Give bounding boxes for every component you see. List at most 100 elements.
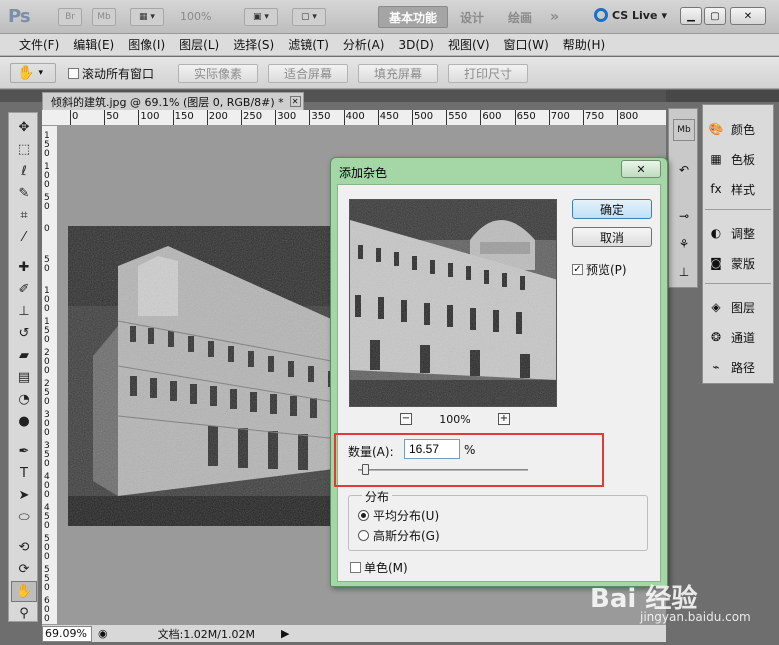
lasso-tool-icon[interactable]: ℓ	[11, 161, 37, 182]
amount-slider-track[interactable]	[358, 469, 528, 471]
blur-tool-icon[interactable]: ◔	[11, 389, 37, 410]
checkbox-checked-icon[interactable]: ✓	[572, 264, 583, 275]
radio-icon[interactable]	[358, 530, 369, 541]
dialog-title: 添加杂色	[339, 166, 388, 180]
uniform-label: 平均分布(U)	[373, 509, 440, 523]
hand-tool-icon[interactable]: ✋	[11, 581, 37, 602]
print-size-button[interactable]: 打印尺寸	[448, 64, 528, 83]
minimize-button[interactable]: ▁	[680, 7, 702, 25]
zoom-in-button[interactable]: +	[497, 413, 510, 425]
gaussian-radio[interactable]: 高斯分布(G)	[358, 527, 440, 544]
workspace-more-chevron-icon[interactable]: »	[540, 6, 569, 28]
dialog-close-button[interactable]: ✕	[621, 160, 661, 178]
maximize-button[interactable]: ▢	[704, 7, 726, 25]
menu-layer[interactable]: 图层(L)	[172, 36, 226, 53]
brush-presets-panel-icon[interactable]: ⊸	[673, 205, 695, 227]
cs-live-menu[interactable]: CS Live ▾	[594, 8, 667, 22]
history-brush-tool-icon[interactable]: ↺	[11, 323, 37, 344]
amount-slider-thumb[interactable]	[361, 464, 369, 475]
eyedropper-tool-icon[interactable]: ⁄	[11, 227, 37, 248]
bridge-button[interactable]: Br	[58, 8, 82, 26]
preview-checkbox[interactable]: ✓ 预览(P)	[572, 261, 627, 278]
menu-edit[interactable]: 编辑(E)	[66, 36, 121, 53]
workspace-painting[interactable]: 绘画	[498, 6, 542, 28]
status-arrow-icon[interactable]: ▶	[281, 627, 289, 640]
panel-channels[interactable]: ❂ 通道	[707, 325, 773, 349]
close-window-button[interactable]: ✕	[730, 7, 766, 25]
ruler-tick	[377, 110, 379, 125]
menu-select[interactable]: 选择(S)	[226, 36, 281, 53]
path-selection-tool-icon[interactable]: ➤	[11, 485, 37, 506]
checkbox-box[interactable]	[350, 562, 361, 573]
type-tool-icon[interactable]: T	[11, 463, 37, 484]
zoom-out-button[interactable]: −	[400, 413, 412, 425]
quick-selection-tool-icon[interactable]: ✎	[11, 183, 37, 204]
menu-analysis[interactable]: 分析(A)	[336, 36, 392, 53]
panel-layers[interactable]: ◈ 图层	[707, 295, 773, 319]
3d-rotate-tool-icon[interactable]: ⟲	[11, 537, 37, 558]
ok-button[interactable]: 确定	[572, 199, 652, 219]
gaussian-label: 高斯分布(G)	[373, 529, 440, 543]
menu-3d[interactable]: 3D(D)	[391, 38, 440, 52]
panel-paths[interactable]: ⌁ 路径	[707, 355, 773, 379]
menu-view[interactable]: 视图(V)	[441, 36, 497, 53]
fit-screen-button[interactable]: 适合屏幕	[268, 64, 348, 83]
ruler-label: 450	[379, 111, 399, 122]
filter-preview[interactable]	[349, 199, 557, 407]
close-icon[interactable]: ✕	[289, 96, 301, 107]
marquee-tool-icon[interactable]: ⬚	[11, 139, 37, 160]
crop-tool-icon[interactable]: ⌗	[11, 205, 37, 226]
ruler-tick	[206, 110, 208, 125]
zoom-field[interactable]: 69.09%	[42, 625, 92, 642]
radio-selected-icon[interactable]	[358, 510, 369, 521]
panel-color[interactable]: 🎨 颜色	[707, 117, 773, 141]
mini-bridge-button[interactable]: Mb	[92, 8, 116, 26]
panel-styles[interactable]: fx 样式	[707, 177, 773, 201]
menu-window[interactable]: 窗口(W)	[497, 36, 556, 53]
checkbox-box[interactable]	[68, 68, 79, 79]
ruler-tick	[343, 110, 345, 125]
zoom-level-select[interactable]: 100%	[180, 10, 211, 23]
zoom-tool-icon[interactable]: ⚲	[11, 603, 37, 624]
ruler-label: 350	[44, 441, 50, 469]
spot-healing-tool-icon[interactable]: ✚	[11, 257, 37, 278]
clone-source-panel-icon[interactable]: ⚘	[673, 233, 695, 255]
arrange-documents-icon[interactable]: ▣ ▾	[244, 8, 278, 26]
ruler-label: 500	[414, 111, 434, 122]
monochromatic-checkbox[interactable]: 单色(M)	[350, 559, 408, 576]
mini-bridge-panel-icon[interactable]: Mb	[673, 119, 695, 141]
menu-help[interactable]: 帮助(H)	[556, 36, 612, 53]
document-tab[interactable]: 倾斜的建筑.jpg @ 69.1% (图层 0, RGB/8#) * ✕	[42, 92, 304, 110]
eraser-tool-icon[interactable]: ▰	[11, 345, 37, 366]
tool-preset-picker[interactable]: ✋ ▾	[10, 63, 56, 83]
gradient-tool-icon[interactable]: ▤	[11, 367, 37, 388]
3d-orbit-tool-icon[interactable]: ⟳	[11, 559, 37, 580]
pen-tool-icon[interactable]: ✒	[11, 441, 37, 462]
clone-stamp-tool-icon[interactable]: ⊥	[11, 301, 37, 322]
fill-screen-button[interactable]: 填充屏幕	[358, 64, 438, 83]
workspace-design[interactable]: 设计	[450, 6, 494, 28]
workspace-essentials[interactable]: 基本功能	[378, 6, 449, 28]
amount-input[interactable]	[404, 439, 460, 459]
actual-pixels-button[interactable]: 实际像素	[178, 64, 258, 83]
view-extras-icon[interactable]: ▦ ▾	[130, 8, 164, 26]
cs-live-icon	[594, 8, 608, 22]
dodge-tool-icon[interactable]: ●	[11, 411, 37, 432]
status-menu-icon[interactable]: ◉	[98, 627, 108, 640]
shape-tool-icon[interactable]: ⬭	[11, 507, 37, 528]
scroll-all-windows-checkbox[interactable]: 滚动所有窗口	[68, 65, 154, 82]
menu-filter[interactable]: 滤镜(T)	[281, 36, 336, 53]
screen-mode-icon[interactable]: ▢ ▾	[292, 8, 326, 26]
move-tool-icon[interactable]: ✥	[11, 117, 37, 138]
menu-file[interactable]: 文件(F)	[12, 36, 66, 53]
panel-swatches[interactable]: ▦ 色板	[707, 147, 773, 171]
brush-tool-icon[interactable]: ✐	[11, 279, 37, 300]
history-panel-icon[interactable]: ↶	[673, 159, 695, 181]
panel-adjustments[interactable]: ◐ 调整	[707, 221, 773, 245]
uniform-radio[interactable]: 平均分布(U)	[358, 507, 439, 524]
menu-image[interactable]: 图像(I)	[121, 36, 172, 53]
cancel-button[interactable]: 取消	[572, 227, 652, 247]
panel-masks[interactable]: ◙ 蒙版	[707, 251, 773, 275]
tool-presets-panel-icon[interactable]: ⊥	[673, 261, 695, 283]
ruler-label: 50	[106, 111, 119, 122]
